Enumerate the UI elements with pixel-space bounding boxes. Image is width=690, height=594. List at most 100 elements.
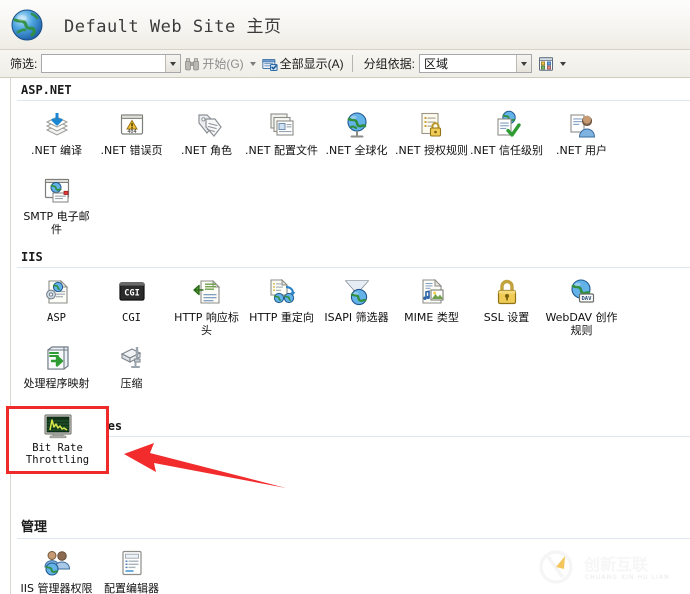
feature-webdav-authoring-rules[interactable]: DAV WebDAV 创作规则 (544, 272, 619, 338)
http-redirect-icon (269, 278, 295, 304)
feature-label: .NET 授权规则 (395, 144, 468, 157)
smtp-email-icon (44, 178, 69, 203)
feature-net-compilation[interactable]: .NET 编译 (19, 105, 94, 171)
bit-rate-throttling-icon (43, 414, 72, 439)
feature-iis-manager-permissions[interactable]: IIS 管理器权限 (19, 543, 94, 594)
feature-handler-mappings[interactable]: 处理程序映射 (19, 338, 94, 404)
feature-label: SSL 设置 (483, 311, 530, 324)
feature-label: ASP (47, 312, 66, 324)
view-mode-icon (539, 56, 554, 71)
feature-label: HTTP 响应标头 (174, 311, 239, 337)
group-management-title: 管理 (21, 520, 48, 535)
start-split-arrow[interactable] (247, 61, 259, 66)
binoculars-icon (185, 57, 200, 70)
net-authorization-rules-icon (420, 112, 441, 137)
handler-mappings-icon (46, 346, 69, 370)
svg-text:CGI: CGI (124, 289, 140, 299)
group-iis-grid: ASP CGI CGI HTTP 响应标头 HTTP 重定向 ISAPI 筛选器… (11, 272, 690, 404)
feature-compression[interactable]: 压缩 (94, 338, 169, 404)
title-bar: Default Web Site 主页 (0, 0, 690, 50)
group-asp-net: ASP.NET .NET 编译 404 .NET 错误页 .NET 角色 .NE… (11, 78, 690, 237)
iis-manager-permissions-icon (43, 551, 70, 576)
group-divider (17, 538, 690, 539)
feature-http-response-headers[interactable]: HTTP 响应标头 (169, 272, 244, 338)
net-users-icon (569, 114, 595, 138)
feature-net-profile[interactable]: .NET 配置文件 (244, 105, 319, 171)
group-asp-net-grid: .NET 编译 404 .NET 错误页 .NET 角色 .NET 配置文件 .… (11, 105, 690, 237)
cgi-icon: CGI (118, 282, 145, 301)
globe-icon (11, 9, 43, 40)
feature-http-redirect[interactable]: HTTP 重定向 (244, 272, 319, 338)
feature-label: 处理程序映射 (23, 377, 90, 390)
iis-manager-home-pane: Default Web Site 主页 筛选: 开始(G) 全部显示(A) 分组… (0, 0, 690, 594)
group-media-services-title: Media Services (11, 414, 690, 436)
svg-text:DAV: DAV (581, 296, 592, 302)
toolbar-separator (351, 55, 353, 72)
group-iis: IIS ASP CGI CGI HTTP 响应标头 HTTP 重定向 ISAPI… (11, 245, 690, 404)
http-response-headers-icon (192, 279, 220, 304)
feature-asp[interactable]: ASP (19, 272, 94, 338)
feature-ssl-settings[interactable]: SSL 设置 (469, 272, 544, 338)
feature-label: .NET 错误页 (100, 144, 163, 157)
net-trust-levels-icon (496, 110, 521, 137)
feature-label: Bit Rate Throttling (25, 442, 90, 466)
feature-label: .NET 编译 (31, 144, 82, 157)
net-compilation-icon (45, 113, 68, 136)
feature-label: HTTP 重定向 (249, 311, 314, 324)
feature-cgi[interactable]: CGI CGI (94, 272, 169, 338)
feature-label: .NET 全球化 (325, 144, 388, 157)
group-management-grid: IIS 管理器权限 配置编辑器 (11, 543, 690, 594)
show-all-icon (261, 58, 278, 71)
features-view: ASP.NET .NET 编译 404 .NET 错误页 .NET 角色 .NE… (10, 78, 690, 594)
feature-net-users[interactable]: .NET 用户 (544, 105, 619, 171)
feature-label: .NET 用户 (556, 144, 607, 157)
view-mode-button[interactable] (532, 53, 557, 75)
feature-net-authorization-rules[interactable]: .NET 授权规则 (394, 105, 469, 171)
feature-bit-rate-throttling[interactable]: Bit Rate Throttling (6, 406, 109, 474)
page-title: Default Web Site 主页 (64, 17, 282, 37)
view-mode-split-arrow[interactable] (557, 61, 569, 66)
feature-label: .NET 配置文件 (245, 144, 318, 157)
feature-configuration-editor[interactable]: 配置编辑器 (94, 543, 169, 594)
feature-label: CGI (122, 312, 141, 324)
feature-smtp-email[interactable]: SMTP 电子邮件 (19, 171, 94, 237)
net-error-pages-icon: 404 (120, 114, 143, 135)
asp-icon (45, 279, 68, 304)
feature-mime-types[interactable]: MIME 类型 (394, 272, 469, 338)
feature-net-error-pages[interactable]: 404 .NET 错误页 (94, 105, 169, 171)
feature-isapi-filters[interactable]: ISAPI 筛选器 (319, 272, 394, 338)
ssl-settings-icon (497, 279, 516, 305)
filter-dropdown-arrow[interactable] (165, 55, 181, 72)
group-iis-title: IIS (21, 250, 43, 264)
feature-label: MIME 类型 (404, 311, 459, 324)
feature-label: .NET 角色 (181, 144, 232, 157)
group-asp-net-title: ASP.NET (21, 83, 72, 97)
feature-net-trust-levels[interactable]: .NET 信任级别 (469, 105, 544, 171)
filter-input[interactable] (41, 54, 182, 73)
net-profile-icon (269, 113, 294, 136)
configuration-editor-icon (121, 550, 142, 576)
group-by-select[interactable]: 区域 (419, 54, 533, 73)
group-management: 管理 IIS 管理器权限 配置编辑器 (11, 511, 690, 594)
red-arrow-annotation (124, 443, 286, 488)
isapi-filters-icon (344, 280, 369, 306)
svg-text:404: 404 (127, 129, 136, 135)
show-all-button-label: 全部显示(A) (279, 57, 344, 71)
group-by-dropdown-arrow[interactable] (516, 55, 532, 72)
feature-label: 配置编辑器 (104, 582, 159, 594)
feature-label: WebDAV 创作规则 (545, 311, 618, 337)
feature-net-roles[interactable]: .NET 角色 (169, 105, 244, 171)
start-button-label: 开始(G) (202, 57, 244, 71)
show-all-button[interactable]: 全部显示(A) (259, 53, 347, 75)
filter-label: 筛选: (10, 57, 38, 71)
feature-label: IIS 管理器权限 (20, 582, 93, 594)
webdav-authoring-rules-icon: DAV (570, 279, 594, 303)
filter-toolbar: 筛选: 开始(G) 全部显示(A) 分组依据: 区域 (0, 50, 690, 78)
group-divider (17, 267, 690, 268)
start-button[interactable]: 开始(G) (181, 53, 246, 75)
feature-label: 压缩 (120, 377, 143, 390)
group-divider (17, 100, 690, 101)
feature-net-globalization[interactable]: .NET 全球化 (319, 105, 394, 171)
compression-icon (120, 347, 141, 368)
net-roles-icon (197, 114, 222, 137)
